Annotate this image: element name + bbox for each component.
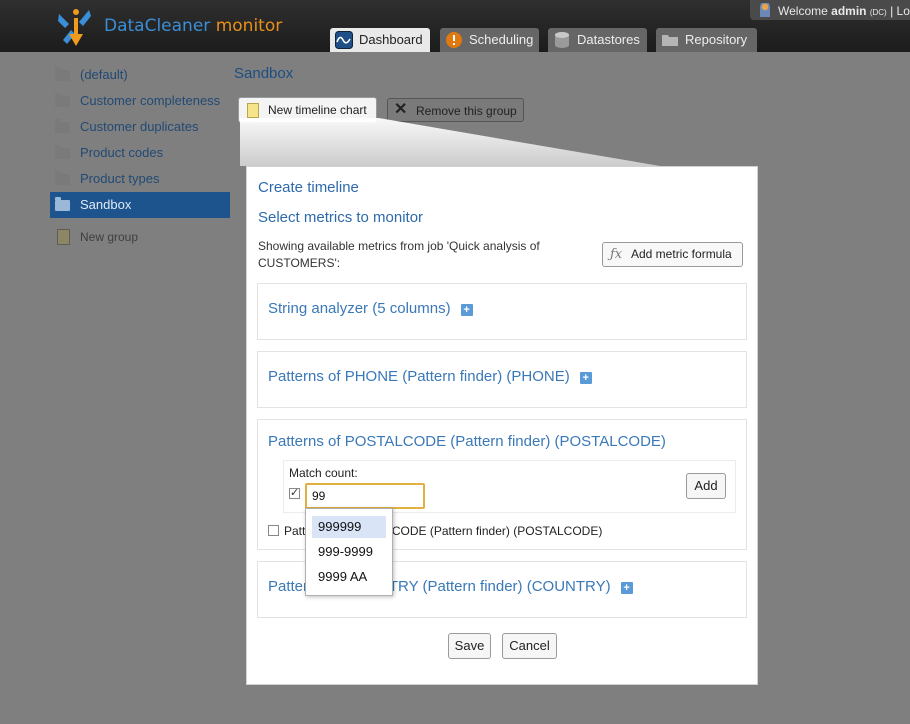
tab-label: Dashboard bbox=[359, 32, 423, 47]
folder-icon bbox=[55, 171, 70, 185]
tab-dashboard[interactable]: Dashboard bbox=[330, 28, 430, 52]
sidebar-item-product-types[interactable]: Product types bbox=[50, 166, 230, 192]
autocomplete-option[interactable]: 9999 AA bbox=[312, 566, 386, 588]
user-icon bbox=[760, 3, 770, 17]
sidebar-item-label: Product types bbox=[80, 171, 160, 186]
tab-label: Scheduling bbox=[469, 32, 534, 47]
dialog-title: Create timeline bbox=[258, 179, 359, 196]
metric-section-phone: Patterns of PHONE (Pattern finder) (PHON… bbox=[257, 351, 747, 408]
create-timeline-dialog: Create timeline Select metrics to monito… bbox=[246, 166, 758, 685]
button-label: Add metric formula bbox=[631, 247, 732, 261]
sidebar: (default) Customer completeness Customer… bbox=[50, 62, 230, 218]
match-count-input[interactable] bbox=[305, 483, 425, 509]
add-metric-formula-button[interactable]: ƒx Add metric formula bbox=[602, 242, 743, 267]
sidebar-item-product-codes[interactable]: Product codes bbox=[50, 140, 230, 166]
section-title[interactable]: Patterns of PHONE (Pattern finder) (PHON… bbox=[268, 368, 592, 385]
top-header: DataCleaner monitor Welcome admin (DC) |… bbox=[0, 0, 910, 52]
folder-icon bbox=[55, 119, 70, 133]
formula-icon: ƒx bbox=[610, 247, 623, 262]
datacleaner-logo-icon bbox=[58, 9, 91, 46]
expand-icon[interactable]: + bbox=[620, 582, 633, 594]
sidebar-item-customer-duplicates[interactable]: Customer duplicates bbox=[50, 114, 230, 140]
tab-datastores[interactable]: Datastores bbox=[548, 28, 647, 52]
save-button[interactable]: Save bbox=[448, 633, 491, 659]
note-icon bbox=[247, 103, 259, 118]
user-tenant: (DC) bbox=[869, 8, 887, 17]
section-title-text: String analyzer (5 columns) bbox=[268, 300, 451, 317]
welcome-text: Welcome bbox=[778, 4, 828, 18]
expand-icon[interactable]: + bbox=[460, 304, 473, 316]
repository-icon bbox=[662, 35, 678, 46]
sidebar-item-label: (default) bbox=[80, 67, 128, 82]
pattern-checkbox[interactable] bbox=[268, 525, 279, 536]
welcome-bar: Welcome admin (DC) | Lo bbox=[750, 0, 910, 20]
tab-repository[interactable]: Repository bbox=[656, 28, 757, 52]
cancel-button[interactable]: Cancel bbox=[502, 633, 557, 659]
match-count-label: Match count: bbox=[289, 466, 358, 480]
brand-sub: monitor bbox=[215, 16, 283, 36]
remove-group-button[interactable]: ✕ Remove this group bbox=[387, 98, 524, 122]
brand-title: DataCleaner monitor bbox=[104, 16, 282, 36]
folder-icon bbox=[55, 145, 70, 159]
tab-label: Repository bbox=[685, 32, 748, 47]
section-title[interactable]: String analyzer (5 columns) + bbox=[268, 300, 473, 317]
autocomplete-dropdown: 999999 999-9999 9999 AA bbox=[305, 508, 393, 596]
new-group-link[interactable]: New group bbox=[50, 227, 138, 247]
dashboard-icon bbox=[335, 31, 353, 49]
folder-icon bbox=[55, 67, 70, 81]
tab-scheduling[interactable]: Scheduling bbox=[440, 28, 539, 52]
section-title[interactable]: Patterns of POSTALCODE (Pattern finder) … bbox=[268, 433, 666, 450]
metric-section-string-analyzer: String analyzer (5 columns) + bbox=[257, 283, 747, 340]
sidebar-item-label: Customer completeness bbox=[80, 93, 221, 108]
logout-link[interactable]: | Lo bbox=[890, 4, 910, 18]
expand-icon[interactable]: + bbox=[579, 372, 592, 384]
datastores-icon bbox=[555, 32, 569, 48]
match-count-checkbox[interactable] bbox=[289, 486, 300, 499]
dialog-subtitle: Select metrics to monitor bbox=[258, 209, 424, 226]
folder-open-icon bbox=[55, 197, 70, 211]
match-count-metric: Match count: Add bbox=[283, 460, 736, 513]
note-icon bbox=[57, 229, 70, 245]
autocomplete-option[interactable]: 999999 bbox=[312, 516, 386, 538]
brand-main: DataCleaner bbox=[104, 16, 211, 36]
sidebar-item-label: Product codes bbox=[80, 145, 164, 160]
sidebar-item-customer-completeness[interactable]: Customer completeness bbox=[50, 88, 230, 114]
button-label: Remove this group bbox=[416, 104, 517, 118]
section-title-text: Patterns of PHONE (Pattern finder) (PHON… bbox=[268, 368, 570, 385]
tab-label: Datastores bbox=[577, 32, 640, 47]
user-name[interactable]: admin bbox=[831, 4, 866, 18]
sidebar-item-sandbox[interactable]: Sandbox bbox=[50, 192, 230, 218]
sidebar-item-default[interactable]: (default) bbox=[50, 62, 230, 88]
folder-icon bbox=[55, 93, 70, 107]
add-button[interactable]: Add bbox=[686, 473, 726, 499]
sidebar-item-label: Customer duplicates bbox=[80, 119, 199, 134]
autocomplete-option[interactable]: 999-9999 bbox=[312, 541, 386, 563]
new-group-label: New group bbox=[80, 230, 139, 244]
dialog-description: Showing available metrics from job 'Quic… bbox=[258, 239, 540, 270]
close-icon: ✕ bbox=[394, 101, 408, 118]
page-title: Sandbox bbox=[234, 65, 294, 82]
sidebar-item-label: Sandbox bbox=[80, 197, 132, 212]
scheduling-icon bbox=[446, 32, 462, 48]
